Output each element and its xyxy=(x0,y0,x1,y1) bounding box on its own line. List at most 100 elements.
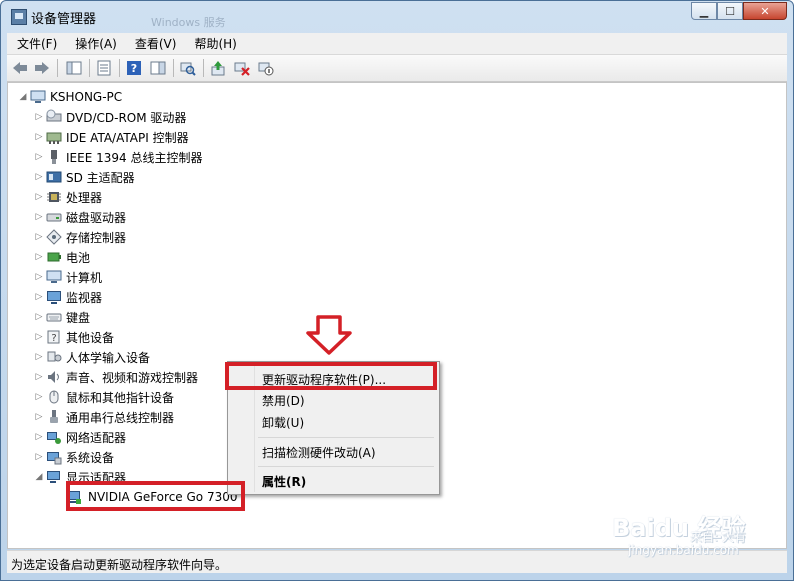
category-label: DVD/CD-ROM 驱动器 xyxy=(66,110,187,125)
tree-category[interactable]: ▷ 人体学输入设备 xyxy=(34,347,150,367)
help-icon: ? xyxy=(127,61,141,75)
category-label: 声音、视频和游戏控制器 xyxy=(66,370,199,385)
properties-button[interactable] xyxy=(95,59,113,77)
tree-category[interactable]: ▷ 处理器 xyxy=(34,187,102,207)
usb-icon xyxy=(46,409,62,425)
category-label: 鼠标和其他指针设备 xyxy=(66,390,175,405)
ctx-separator xyxy=(258,437,434,438)
collapse-arrow-icon[interactable]: ◢ xyxy=(18,92,28,102)
battery-icon xyxy=(46,249,62,265)
toolbar-separator xyxy=(173,59,174,77)
mouse-icon xyxy=(46,389,62,405)
maximize-icon: ☐ xyxy=(725,4,735,18)
toolbar-separator xyxy=(89,59,90,77)
back-button[interactable] xyxy=(11,59,29,77)
expand-arrow-icon[interactable]: ▷ xyxy=(34,372,44,382)
category-label: 其他设备 xyxy=(66,330,115,345)
expand-arrow-icon[interactable]: ▷ xyxy=(34,392,44,402)
expand-arrow-icon[interactable]: ▷ xyxy=(34,132,44,142)
action-pane-button[interactable] xyxy=(149,59,167,77)
tree-category[interactable]: ▷ 系统设备 xyxy=(34,447,114,467)
menu-file[interactable]: 文件(F) xyxy=(7,35,65,52)
show-hide-console-tree-button[interactable] xyxy=(65,59,83,77)
toolbar: ? xyxy=(7,55,787,82)
tree-category[interactable]: ▷ IEEE 1394 总线主控制器 xyxy=(34,147,202,167)
uninstall-icon xyxy=(234,62,250,76)
system-devices-icon xyxy=(46,449,62,465)
tree-category[interactable]: ▷ 鼠标和其他指针设备 xyxy=(34,387,174,407)
ctx-properties[interactable]: 属性(R) xyxy=(262,473,306,490)
ctx-scan-hardware[interactable]: 扫描检测硬件改动(A) xyxy=(262,444,376,461)
category-label: IDE ATA/ATAPI 控制器 xyxy=(66,130,189,145)
ieee1394-icon xyxy=(46,149,62,165)
highlight-box-device xyxy=(66,481,245,511)
title-bar[interactable]: 设备管理器 Windows 服务 ▁ ☐ ✕ xyxy=(1,1,793,33)
scan-hardware-icon xyxy=(180,62,196,76)
expand-arrow-icon[interactable]: ▷ xyxy=(34,212,44,222)
expand-arrow-icon[interactable]: ▷ xyxy=(34,292,44,302)
uninstall-button[interactable] xyxy=(233,59,251,77)
help-button[interactable]: ? xyxy=(125,59,143,77)
toolbar-separator xyxy=(119,59,120,77)
category-label: 计算机 xyxy=(66,270,103,285)
close-button[interactable]: ✕ xyxy=(743,2,787,20)
category-label: 处理器 xyxy=(66,190,103,205)
tree-category[interactable]: ▷ DVD/CD-ROM 驱动器 xyxy=(34,107,186,127)
properties-icon xyxy=(97,60,111,76)
tree-category[interactable]: ▷ IDE ATA/ATAPI 控制器 xyxy=(34,127,189,147)
expand-arrow-icon[interactable]: ▷ xyxy=(34,332,44,342)
ctx-separator xyxy=(258,466,434,467)
category-label: IEEE 1394 总线主控制器 xyxy=(66,150,203,165)
keyboard-icon xyxy=(46,309,62,325)
tree-category[interactable]: ▷ 磁盘驱动器 xyxy=(34,207,126,227)
disable-icon xyxy=(258,62,274,76)
forward-button[interactable] xyxy=(33,59,51,77)
tree-category[interactable]: ▷ 通用串行总线控制器 xyxy=(34,407,174,427)
tree-root[interactable]: ◢ KSHONG-PC xyxy=(18,87,123,107)
dvd-drive-icon xyxy=(46,109,62,125)
down-arrow-icon xyxy=(306,315,352,355)
tree-category[interactable]: ▷ 网络适配器 xyxy=(34,427,126,447)
expand-arrow-icon[interactable]: ▷ xyxy=(34,172,44,182)
menu-help[interactable]: 帮助(H) xyxy=(184,35,244,52)
tree-category[interactable]: ▷ 电池 xyxy=(34,247,90,267)
update-driver-icon xyxy=(211,61,225,76)
status-text: 为选定设备启动更新驱动程序软件向导。 xyxy=(11,558,228,572)
scan-hardware-button[interactable] xyxy=(179,59,197,77)
tree-category[interactable]: ▷ 计算机 xyxy=(34,267,102,287)
tree-category[interactable]: ▷ SD 主适配器 xyxy=(34,167,135,187)
disable-button[interactable] xyxy=(257,59,275,77)
tree-category[interactable]: ▷ 监视器 xyxy=(34,287,102,307)
expand-arrow-icon[interactable]: ▷ xyxy=(34,412,44,422)
expand-arrow-icon[interactable]: ▷ xyxy=(34,112,44,122)
ctx-disable[interactable]: 禁用(D) xyxy=(262,392,305,409)
menu-view[interactable]: 查看(V) xyxy=(125,35,185,52)
tree-category[interactable]: ▷? 其他设备 xyxy=(34,327,114,347)
display-adapter-icon xyxy=(46,469,62,485)
sd-adapter-icon xyxy=(46,169,62,185)
minimize-button[interactable]: ▁ xyxy=(691,2,717,20)
expand-arrow-icon[interactable]: ▷ xyxy=(34,352,44,362)
maximize-button[interactable]: ☐ xyxy=(717,2,743,20)
expand-arrow-icon[interactable]: ▷ xyxy=(34,252,44,262)
tree-category[interactable]: ▷ 键盘 xyxy=(34,307,90,327)
expand-arrow-icon[interactable]: ▷ xyxy=(34,452,44,462)
tree-category[interactable]: ▷ 存储控制器 xyxy=(34,227,126,247)
update-driver-button[interactable] xyxy=(209,59,227,77)
expand-arrow-icon[interactable]: ▷ xyxy=(34,232,44,242)
expand-arrow-icon[interactable]: ▷ xyxy=(34,152,44,162)
toolbar-separator xyxy=(203,59,204,77)
expand-arrow-icon[interactable]: ▷ xyxy=(34,432,44,442)
menu-bar: 文件(F) 操作(A) 查看(V) 帮助(H) xyxy=(7,33,787,55)
expand-arrow-icon[interactable]: ▷ xyxy=(34,312,44,322)
forward-icon xyxy=(35,62,49,74)
menu-action[interactable]: 操作(A) xyxy=(65,35,125,52)
root-label: KSHONG-PC xyxy=(50,90,123,104)
collapse-arrow-icon[interactable]: ◢ xyxy=(34,472,44,482)
tree-category[interactable]: ▷ 声音、视频和游戏控制器 xyxy=(34,367,198,387)
category-label: 监视器 xyxy=(66,290,103,305)
expand-arrow-icon[interactable]: ▷ xyxy=(34,272,44,282)
back-icon xyxy=(13,62,27,74)
expand-arrow-icon[interactable]: ▷ xyxy=(34,192,44,202)
ctx-uninstall[interactable]: 卸载(U) xyxy=(262,414,304,431)
